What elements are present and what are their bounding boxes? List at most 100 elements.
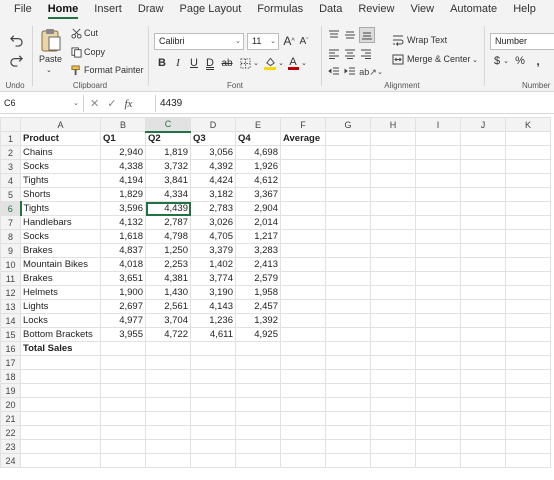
cell-a14[interactable]: Locks xyxy=(20,313,101,328)
cell-a15[interactable]: Bottom Brackets xyxy=(20,327,101,342)
cell-e24[interactable] xyxy=(235,453,281,468)
cell-h7[interactable] xyxy=(370,215,416,230)
cell-i9[interactable] xyxy=(415,243,461,258)
cell-h11[interactable] xyxy=(370,271,416,286)
cell-c10[interactable]: 2,253 xyxy=(145,257,191,272)
column-header-b[interactable]: B xyxy=(100,117,146,132)
cell-a16[interactable]: Total Sales xyxy=(20,341,101,356)
cell-g2[interactable] xyxy=(325,145,371,160)
cell-f20[interactable] xyxy=(280,397,326,412)
cell-j18[interactable] xyxy=(460,369,506,384)
cell-c22[interactable] xyxy=(145,425,191,440)
cell-c6[interactable]: 4,439 xyxy=(145,201,191,216)
cell-d7[interactable]: 3,026 xyxy=(190,215,236,230)
cell-d14[interactable]: 1,236 xyxy=(190,313,236,328)
cell-i11[interactable] xyxy=(415,271,461,286)
cell-i7[interactable] xyxy=(415,215,461,230)
cell-f15[interactable] xyxy=(280,327,326,342)
cell-i22[interactable] xyxy=(415,425,461,440)
cell-b13[interactable]: 2,697 xyxy=(100,299,146,314)
cell-a7[interactable]: Handlebars xyxy=(20,215,101,230)
cell-j17[interactable] xyxy=(460,355,506,370)
cell-b7[interactable]: 4,132 xyxy=(100,215,146,230)
cell-e7[interactable]: 2,014 xyxy=(235,215,281,230)
cell-e18[interactable] xyxy=(235,369,281,384)
cell-c12[interactable]: 1,430 xyxy=(145,285,191,300)
cell-j8[interactable] xyxy=(460,229,506,244)
column-header-i[interactable]: I xyxy=(415,117,461,132)
tab-home[interactable]: Home xyxy=(40,0,87,20)
cell-c15[interactable]: 4,722 xyxy=(145,327,191,342)
tab-page-layout[interactable]: Page Layout xyxy=(171,0,249,20)
cell-h4[interactable] xyxy=(370,173,416,188)
cell-h16[interactable] xyxy=(370,341,416,356)
cell-f8[interactable] xyxy=(280,229,326,244)
cell-i21[interactable] xyxy=(415,411,461,426)
cell-f2[interactable] xyxy=(280,145,326,160)
cell-b24[interactable] xyxy=(100,453,146,468)
row-header[interactable]: 17 xyxy=(0,355,21,370)
cell-g21[interactable] xyxy=(325,411,371,426)
cell-g16[interactable] xyxy=(325,341,371,356)
row-header[interactable]: 19 xyxy=(0,383,21,398)
row-header[interactable]: 6 xyxy=(0,201,22,216)
cell-h23[interactable] xyxy=(370,439,416,454)
paste-icon[interactable] xyxy=(38,26,64,54)
format-painter-button[interactable]: Format Painter xyxy=(84,65,144,75)
cell-g6[interactable] xyxy=(325,201,371,216)
row-header[interactable]: 16 xyxy=(0,341,21,356)
cell-h14[interactable] xyxy=(370,313,416,328)
cell-i16[interactable] xyxy=(415,341,461,356)
cell-c1[interactable]: Q2 xyxy=(145,131,191,146)
row-header[interactable]: 24 xyxy=(0,453,21,468)
cell-c20[interactable] xyxy=(145,397,191,412)
cell-i19[interactable] xyxy=(415,383,461,398)
cell-a22[interactable] xyxy=(20,425,101,440)
cell-g24[interactable] xyxy=(325,453,371,468)
cell-g17[interactable] xyxy=(325,355,371,370)
cell-i5[interactable] xyxy=(415,187,461,202)
cell-k8[interactable] xyxy=(505,229,551,244)
cell-g1[interactable] xyxy=(325,131,371,146)
cell-e4[interactable]: 4,612 xyxy=(235,173,281,188)
cell-e6[interactable]: 2,904 xyxy=(235,201,281,216)
column-header-d[interactable]: D xyxy=(190,117,236,132)
tab-view[interactable]: View xyxy=(402,0,442,20)
cell-d4[interactable]: 4,424 xyxy=(190,173,236,188)
cell-h8[interactable] xyxy=(370,229,416,244)
cell-b6[interactable]: 3,596 xyxy=(100,201,146,216)
cell-b23[interactable] xyxy=(100,439,146,454)
cell-e3[interactable]: 1,926 xyxy=(235,159,281,174)
tab-data[interactable]: Data xyxy=(311,0,350,20)
cell-j12[interactable] xyxy=(460,285,506,300)
cell-f11[interactable] xyxy=(280,271,326,286)
cell-k1[interactable] xyxy=(505,131,551,146)
cell-a18[interactable] xyxy=(20,369,101,384)
cell-f1[interactable]: Average xyxy=(280,131,326,146)
cell-c2[interactable]: 1,819 xyxy=(145,145,191,160)
cell-g20[interactable] xyxy=(325,397,371,412)
cell-h20[interactable] xyxy=(370,397,416,412)
column-header-h[interactable]: H xyxy=(370,117,416,132)
cell-e8[interactable]: 1,217 xyxy=(235,229,281,244)
cell-d9[interactable]: 3,379 xyxy=(190,243,236,258)
cell-c13[interactable]: 2,561 xyxy=(145,299,191,314)
cell-b14[interactable]: 4,977 xyxy=(100,313,146,328)
column-header-f[interactable]: F xyxy=(280,117,326,132)
cell-b12[interactable]: 1,900 xyxy=(100,285,146,300)
cell-i15[interactable] xyxy=(415,327,461,342)
format-painter-icon[interactable] xyxy=(70,64,82,76)
tab-help[interactable]: Help xyxy=(505,0,544,20)
cell-d22[interactable] xyxy=(190,425,236,440)
cell-f18[interactable] xyxy=(280,369,326,384)
cell-j19[interactable] xyxy=(460,383,506,398)
cell-c7[interactable]: 2,787 xyxy=(145,215,191,230)
cell-c4[interactable]: 3,841 xyxy=(145,173,191,188)
row-header[interactable]: 4 xyxy=(0,173,21,188)
row-header[interactable]: 10 xyxy=(0,257,21,272)
cell-c16[interactable] xyxy=(145,341,191,356)
cell-a10[interactable]: Mountain Bikes xyxy=(20,257,101,272)
cell-c14[interactable]: 3,704 xyxy=(145,313,191,328)
cell-c24[interactable] xyxy=(145,453,191,468)
cell-e11[interactable]: 2,579 xyxy=(235,271,281,286)
